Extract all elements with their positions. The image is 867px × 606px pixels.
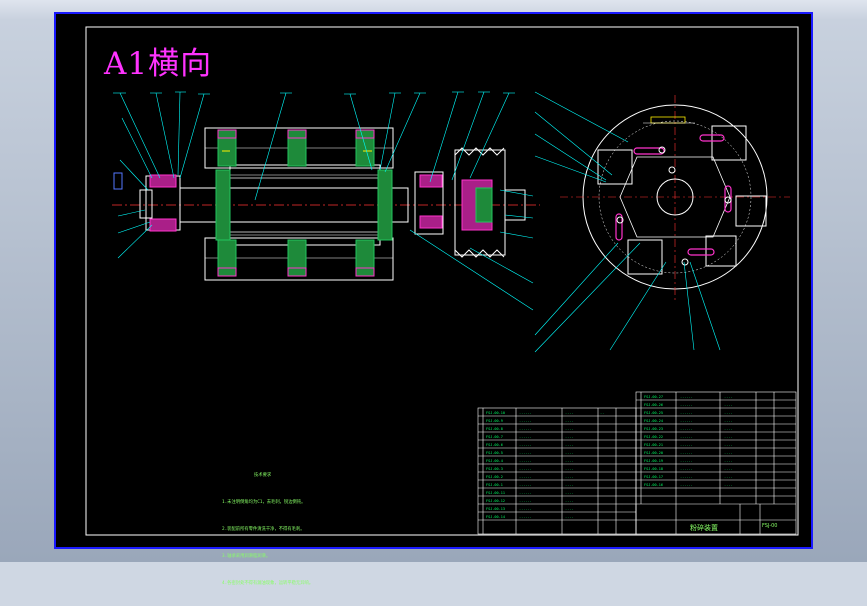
svg-text:....: .... [565, 427, 573, 431]
svg-text:FSJ-00-12: FSJ-00-12 [486, 499, 505, 503]
svg-text:....: .... [724, 435, 732, 439]
svg-text:......: ...... [519, 499, 532, 503]
svg-text:FSJ-00-22: FSJ-00-22 [644, 435, 663, 439]
svg-text:....: .... [565, 467, 573, 471]
svg-text:FSJ-00-20: FSJ-00-20 [644, 451, 663, 455]
svg-text:......: ...... [680, 475, 693, 479]
sheet-size-label: A1横向 [104, 46, 213, 82]
svg-text:FSJ-00-23: FSJ-00-23 [644, 427, 663, 431]
svg-text:FSJ-00-27: FSJ-00-27 [644, 395, 663, 399]
svg-text:FSJ-00-24: FSJ-00-24 [644, 419, 663, 423]
svg-text:......: ...... [519, 491, 532, 495]
svg-text:FSJ-00-9: FSJ-00-9 [486, 419, 503, 423]
svg-text:......: ...... [680, 411, 693, 415]
svg-text:......: ...... [519, 475, 532, 479]
svg-text:......: ...... [519, 451, 532, 455]
svg-text:......: ...... [519, 443, 532, 447]
svg-text:FSJ-00-7: FSJ-00-7 [486, 435, 503, 439]
svg-text:FSJ-00-6: FSJ-00-6 [486, 443, 503, 447]
assembly-drawing: FSJ-00-10............ FSJ-00-9..........… [85, 26, 799, 536]
svg-text:....: .... [724, 459, 732, 463]
title-block-name: 粉碎装置 [690, 524, 718, 532]
svg-text:FSJ-00-5: FSJ-00-5 [486, 451, 503, 455]
svg-text:FSJ-00-10: FSJ-00-10 [486, 411, 505, 415]
svg-text:....: .... [565, 451, 573, 455]
svg-text:....: .... [724, 483, 732, 487]
tech-note-line: 2.装配前所有零件清洗干净，不得有毛刺。 [222, 527, 305, 532]
svg-text:....: .... [565, 507, 573, 511]
svg-text:....: .... [724, 395, 732, 399]
svg-text:FSJ-00-14: FSJ-00-14 [486, 515, 505, 519]
svg-text:FSJ-00-25: FSJ-00-25 [644, 411, 663, 415]
svg-text:......: ...... [519, 507, 532, 511]
svg-text:....: .... [565, 443, 573, 447]
technical-requirements: 技术要求 1.未注明倒角均为C1，去毛刺，锐边倒钝。 2.装配前所有零件清洗干净… [222, 453, 313, 606]
svg-text:....: .... [724, 451, 732, 455]
svg-text:....: .... [724, 419, 732, 423]
svg-text:......: ...... [680, 403, 693, 407]
cad-viewport[interactable]: FSJ-00-10............ FSJ-00-9..........… [0, 0, 867, 586]
svg-text:......: ...... [680, 483, 693, 487]
svg-text:....: .... [724, 475, 732, 479]
svg-text:FSJ-00-26: FSJ-00-26 [644, 403, 663, 407]
svg-text:FSJ-00-8: FSJ-00-8 [486, 427, 503, 431]
svg-text:....: .... [724, 403, 732, 407]
rotor-cross-section [534, 91, 790, 353]
svg-text:......: ...... [680, 443, 693, 447]
svg-text:FSJ-00-18: FSJ-00-18 [644, 467, 663, 471]
tech-note-line: 4.各密封处不得有漏油现象，运转平稳无异响。 [222, 581, 314, 586]
svg-text:....: .... [724, 443, 732, 447]
svg-text:....: .... [565, 515, 573, 519]
svg-text:....: .... [724, 427, 732, 431]
svg-text:....: .... [724, 467, 732, 471]
tech-note-line: 1.未注明倒角均为C1，去毛刺，锐边倒钝。 [222, 500, 306, 505]
svg-text:......: ...... [519, 483, 532, 487]
svg-text:....: .... [565, 459, 573, 463]
svg-text:......: ...... [519, 459, 532, 463]
svg-text:....: .... [565, 419, 573, 423]
svg-text:....: .... [565, 483, 573, 487]
svg-text:......: ...... [680, 459, 693, 463]
svg-text:..: .. [600, 411, 604, 415]
svg-text:....: .... [724, 411, 732, 415]
title-block-code: FSJ-00 [762, 523, 778, 529]
tech-note-line: 3.轴承采用润滑脂润滑。 [222, 554, 271, 559]
tech-notes-title: 技术要求 [254, 473, 272, 478]
svg-text:......: ...... [680, 467, 693, 471]
svg-text:FSJ-00-19: FSJ-00-19 [644, 459, 663, 463]
svg-text:......: ...... [680, 419, 693, 423]
main-shaft-assembly [112, 91, 540, 311]
svg-text:FSJ-00-11: FSJ-00-11 [486, 491, 505, 495]
svg-text:FSJ-00-13: FSJ-00-13 [486, 507, 505, 511]
svg-text:....: .... [565, 435, 573, 439]
svg-text:......: ...... [519, 435, 532, 439]
parts-list-entries: FSJ-00-10............ FSJ-00-9..........… [486, 395, 732, 519]
svg-text:......: ...... [680, 427, 693, 431]
svg-text:....: .... [565, 475, 573, 479]
svg-text:FSJ-00-3: FSJ-00-3 [486, 467, 503, 471]
svg-text:FSJ-00-4: FSJ-00-4 [486, 459, 503, 463]
svg-text:......: ...... [519, 467, 532, 471]
svg-text:......: ...... [519, 411, 532, 415]
svg-text:FSJ-00-1: FSJ-00-1 [486, 483, 503, 487]
svg-text:......: ...... [519, 419, 532, 423]
svg-text:....: .... [565, 499, 573, 503]
svg-text:......: ...... [680, 435, 693, 439]
svg-text:FSJ-00-21: FSJ-00-21 [644, 443, 663, 447]
svg-text:FSJ-00-16: FSJ-00-16 [644, 483, 663, 487]
svg-text:......: ...... [680, 395, 693, 399]
svg-text:......: ...... [680, 451, 693, 455]
svg-text:......: ...... [519, 515, 532, 519]
svg-text:FSJ-00-17: FSJ-00-17 [644, 475, 663, 479]
svg-text:....: .... [565, 411, 573, 415]
svg-text:......: ...... [519, 427, 532, 431]
svg-text:....: .... [565, 491, 573, 495]
svg-text:FSJ-00-2: FSJ-00-2 [486, 475, 503, 479]
